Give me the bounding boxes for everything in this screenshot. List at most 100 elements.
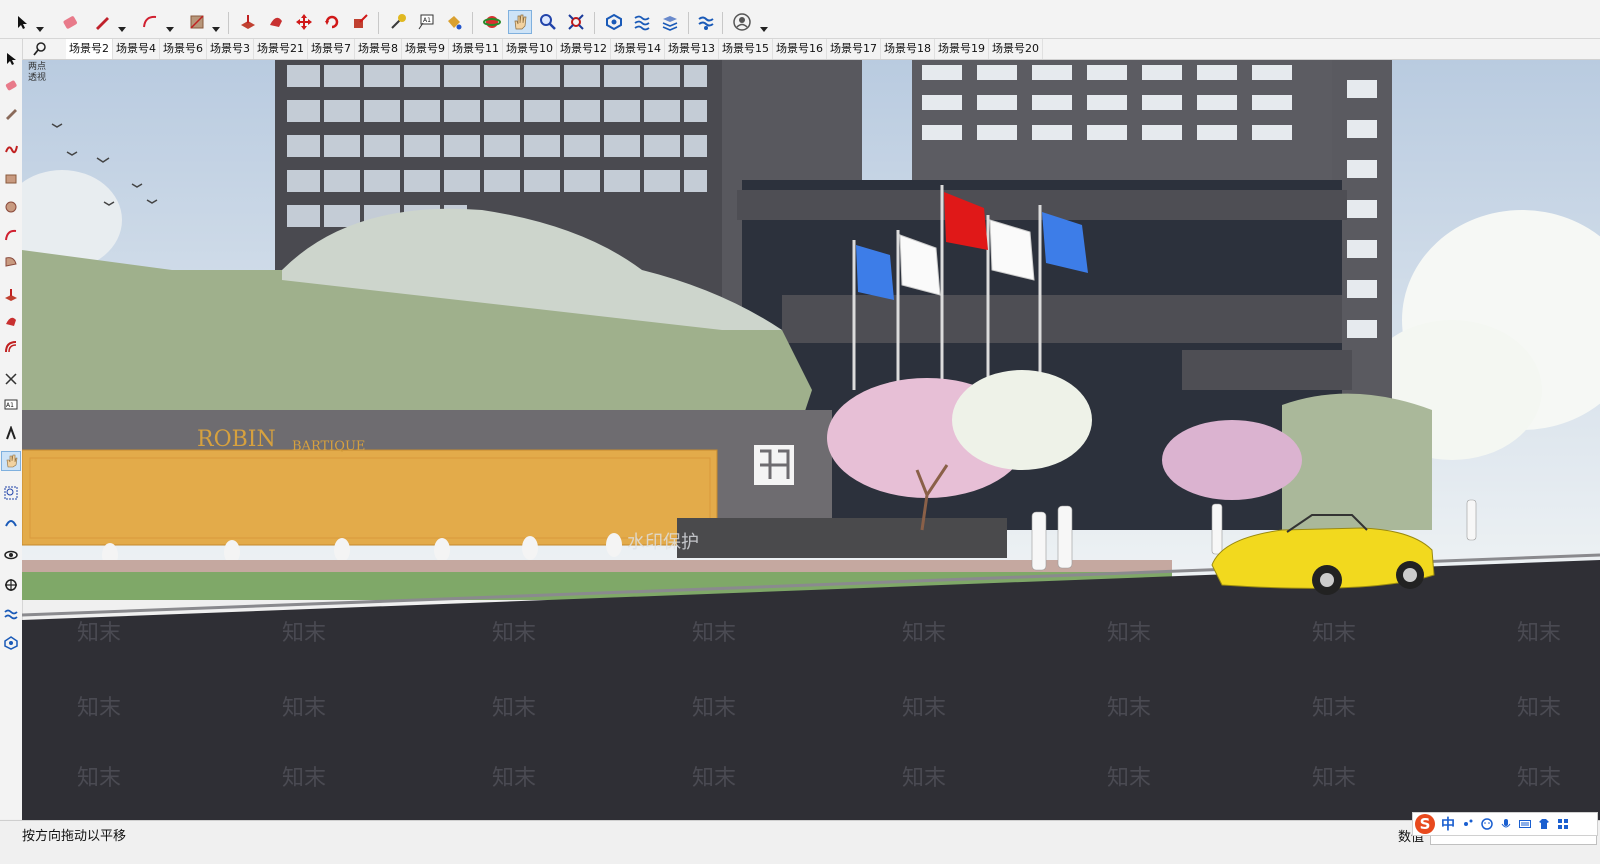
low-wall [677, 518, 1007, 558]
svg-text:知末: 知末 [492, 766, 536, 791]
svg-text:知末: 知末 [902, 696, 946, 721]
scene-tab[interactable]: 场景号17 [827, 39, 881, 59]
freehand-tool-icon[interactable] [1, 139, 21, 159]
svg-text:知末: 知末 [77, 621, 121, 646]
section-plane-tool-icon[interactable] [1, 575, 21, 595]
skin-icon[interactable] [1538, 818, 1550, 830]
svg-text:知末: 知末 [1312, 766, 1356, 791]
svg-text:A1: A1 [423, 17, 431, 24]
model-viewport[interactable]: ROBIN BARTIQUE 知末 知末 知末 知末 知末 知末 知末 知末 知末 知末 知末 知末… [22, 60, 1600, 820]
zoom-extents-tool-icon[interactable] [564, 10, 588, 34]
scene-tab[interactable]: 场景号15 [719, 39, 773, 59]
svg-text:知末: 知末 [692, 696, 736, 721]
rectangle-tool-icon[interactable] [1, 169, 21, 189]
white-tree [952, 370, 1092, 470]
flower-band [22, 560, 1172, 572]
keyboard-icon[interactable] [1519, 818, 1531, 830]
account-icon[interactable] [730, 10, 754, 34]
tape-measure-tool-icon[interactable] [386, 10, 410, 34]
orbit-tool-icon[interactable] [480, 10, 504, 34]
arc-tool-icon[interactable] [138, 10, 162, 34]
scene-tabs: 场景号2 场景号4 场景号6 场景号3 场景号21 场景号7 场景号8 场景号9 场景号11 场景… [66, 39, 1043, 59]
arc-dropdown-icon[interactable] [166, 18, 174, 32]
line-dropdown-icon[interactable] [118, 18, 126, 32]
styles-tool-icon[interactable] [694, 10, 718, 34]
svg-text:知末: 知末 [282, 766, 326, 791]
toolbar-separator [722, 12, 723, 34]
layer-tool-icon[interactable] [658, 10, 682, 34]
account-dropdown-icon[interactable] [760, 18, 768, 32]
scene-tab[interactable]: 场景号8 [355, 39, 402, 59]
punctuation-icon[interactable] [1462, 818, 1474, 830]
scene-tab[interactable]: 场景号18 [881, 39, 935, 59]
pie-tool-icon[interactable] [1, 251, 21, 271]
sandbox-scratch-tool-icon[interactable] [1, 633, 21, 653]
arc-tool-icon[interactable] [1, 225, 21, 245]
select-tool-icon[interactable] [10, 10, 34, 34]
follow-me-tool-icon[interactable] [1, 311, 21, 331]
axes-tool-icon[interactable] [1, 369, 21, 389]
pencil-line-tool-icon[interactable] [1, 103, 21, 123]
emoji-icon[interactable] [1481, 818, 1493, 830]
pan-tool-icon[interactable] [1, 451, 21, 471]
push-pull-tool-icon[interactable] [1, 285, 21, 305]
scale-tool-icon[interactable] [348, 10, 372, 34]
status-hint: 按方向拖动以平移 [22, 829, 127, 844]
ime-toolbar[interactable]: S 中 [1412, 812, 1598, 836]
zoom-window-tool-icon[interactable] [1, 483, 21, 503]
text-tool-icon[interactable]: A1 [1, 395, 21, 415]
podium-canopy [737, 190, 1347, 220]
pan-tool-icon[interactable] [508, 10, 532, 34]
svg-text:知末: 知末 [692, 766, 736, 791]
scene-tab[interactable]: 场景号9 [402, 39, 449, 59]
look-around-tool-icon[interactable] [1, 545, 21, 565]
entrance-canopy [1182, 350, 1352, 390]
shape-dropdown-icon[interactable] [212, 18, 220, 32]
tower-right-windows [922, 65, 1292, 140]
svg-text:知末: 知末 [282, 696, 326, 721]
walk-tool-icon[interactable] [1, 511, 21, 531]
scene-tab[interactable]: 场景号7 [308, 39, 355, 59]
select-dropdown-icon[interactable] [36, 18, 44, 32]
text-tool-icon[interactable]: A1 [414, 10, 438, 34]
dimension-tool-icon[interactable] [1, 423, 21, 443]
svg-text:知末: 知末 [1312, 621, 1356, 646]
scene-tab[interactable]: 场景号14 [611, 39, 665, 59]
scene-tab[interactable]: 场景号2 [66, 39, 113, 59]
terrain-tool-icon[interactable] [630, 10, 654, 34]
circle-tool-icon[interactable] [1, 197, 21, 217]
scene-tab[interactable]: 场景号3 [207, 39, 254, 59]
svg-text:知末: 知末 [77, 696, 121, 721]
scene-tab[interactable]: 场景号10 [503, 39, 557, 59]
scene-tab[interactable]: 场景号12 [557, 39, 611, 59]
microphone-icon[interactable] [1500, 818, 1512, 830]
scene-tab[interactable]: 场景号13 [665, 39, 719, 59]
eraser-tool-icon[interactable] [1, 75, 21, 95]
sogou-icon[interactable]: S [1415, 814, 1435, 834]
paint-bucket-tool-icon[interactable] [442, 10, 466, 34]
scene-tab[interactable]: 场景号19 [935, 39, 989, 59]
follow-me-tool-icon[interactable] [264, 10, 288, 34]
move-tool-icon[interactable] [292, 10, 316, 34]
select-tool-icon[interactable] [1, 49, 21, 69]
toolbox-icon[interactable] [1557, 818, 1569, 830]
search-icon[interactable] [32, 41, 48, 57]
shape-tool-icon[interactable] [185, 10, 209, 34]
toolbar-separator [594, 12, 595, 34]
scene-tab[interactable]: 场景号21 [254, 39, 308, 59]
scene-tab[interactable]: 场景号6 [160, 39, 207, 59]
push-pull-tool-icon[interactable] [236, 10, 260, 34]
offset-tool-icon[interactable] [1, 337, 21, 357]
eraser-tool-icon[interactable] [58, 10, 82, 34]
scene-tab[interactable]: 场景号11 [449, 39, 503, 59]
sandbox-contours-tool-icon[interactable] [1, 605, 21, 625]
scene-tab[interactable]: 场景号4 [113, 39, 160, 59]
tree-canopy-right [1282, 393, 1432, 530]
scene-tab[interactable]: 场景号16 [773, 39, 827, 59]
ime-language-label[interactable]: 中 [1441, 814, 1455, 834]
pencil-line-tool-icon[interactable] [90, 10, 114, 34]
rotate-tool-icon[interactable] [320, 10, 344, 34]
sandbox-tool-icon[interactable] [602, 10, 626, 34]
scene-tab[interactable]: 场景号20 [989, 39, 1043, 59]
zoom-tool-icon[interactable] [536, 10, 560, 34]
